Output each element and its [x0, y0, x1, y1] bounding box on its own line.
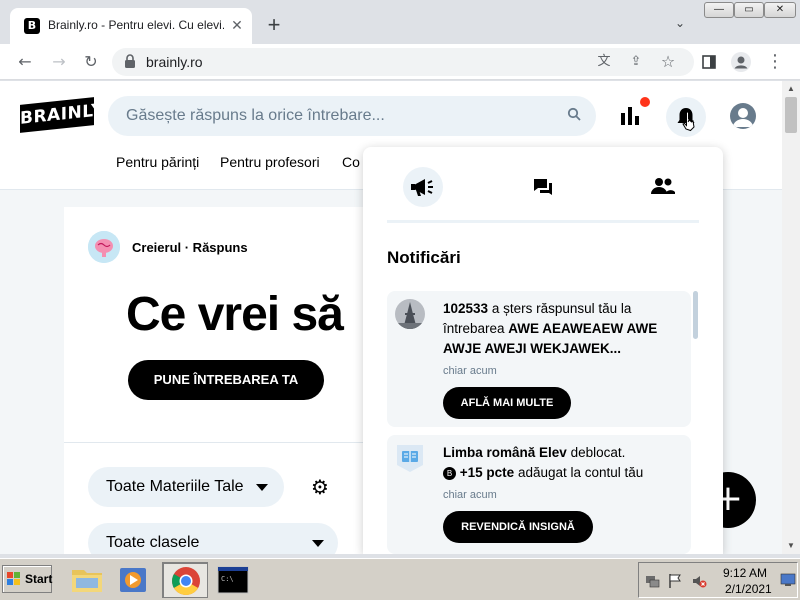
network-icon[interactable]: [645, 573, 661, 589]
subject-filter-label: Toate Materiile Tale: [106, 478, 244, 495]
share-icon[interactable]: ⇪: [626, 52, 646, 72]
address-bar[interactable]: brainly.ro 文 ⇪ ☆: [112, 48, 694, 76]
panel-divider: [387, 220, 699, 223]
book-badge-icon: [395, 443, 425, 473]
chrome-taskbar-icon[interactable]: [162, 562, 208, 598]
brainly-logo[interactable]: BRAINLY: [20, 97, 104, 133]
translate-icon[interactable]: 文: [594, 52, 614, 72]
notification-time: chiar acum: [443, 489, 497, 501]
chat-bubbles-icon: [534, 179, 552, 195]
notification-item[interactable]: 102533 a șters răspunsul tău la întrebar…: [387, 291, 691, 427]
scrollbar-thumb[interactable]: [785, 97, 797, 133]
new-tab-button[interactable]: +: [262, 14, 286, 38]
notifications-title: Notificări: [387, 248, 461, 267]
notification-message: deblocat.: [566, 445, 626, 460]
clock-date[interactable]: 2/1/2021: [725, 582, 772, 596]
forward-arrow-icon[interactable]: →: [48, 51, 70, 73]
scroll-up-arrow-icon[interactable]: ▲: [782, 81, 800, 97]
chevron-down-icon: [312, 540, 324, 547]
leaderboard-icon[interactable]: [618, 103, 642, 127]
browser-tab-brainly[interactable]: B Brainly.ro - Pentru elevi. Cu elevi. ✕: [10, 8, 252, 44]
badge-subject: Limba română: [443, 445, 536, 460]
grade-filter-label: Toate clasele: [106, 534, 200, 551]
notification-text: Limba română Elev deblocat. B +15 pcte a…: [443, 443, 679, 483]
bookmark-star-icon[interactable]: ☆: [658, 52, 678, 72]
nav-link-teachers[interactable]: Pentru profesori: [220, 154, 320, 170]
brand-tagline: Creierul · Răspuns: [132, 240, 248, 255]
volume-muted-icon[interactable]: [691, 573, 707, 589]
tab-search-icon[interactable]: ⌄: [670, 16, 690, 36]
windows-taskbar: Start C:\ 9:12 AM 2/1/2021: [0, 558, 800, 600]
reload-icon[interactable]: ↻: [80, 51, 102, 73]
window-maximize-button[interactable]: ▭: [734, 2, 764, 18]
start-label: Start: [25, 572, 53, 586]
brainly-favicon-icon: B: [24, 18, 40, 34]
page-viewport: BRAINLY Pentru părinți Pentru profesori …: [0, 81, 782, 554]
windows-logo-icon: [7, 572, 20, 585]
notifications-scrollbar[interactable]: [693, 291, 698, 339]
search-icon[interactable]: [566, 107, 582, 123]
tab-friends[interactable]: [643, 167, 683, 207]
scroll-down-arrow-icon[interactable]: ▼: [782, 538, 800, 554]
system-tray: 9:12 AM 2/1/2021: [638, 562, 798, 598]
chevron-down-icon: [256, 484, 268, 491]
notification-text: 102533 a șters răspunsul tău la întrebar…: [443, 299, 679, 359]
notification-time: chiar acum: [443, 365, 497, 377]
people-icon: [651, 178, 675, 194]
tab-notifications[interactable]: [403, 167, 443, 207]
profile-icon[interactable]: [730, 51, 752, 73]
tab-strip: B Brainly.ro - Pentru elevi. Cu elevi. ✕…: [0, 0, 800, 44]
chrome-menu-icon[interactable]: ⋮: [764, 51, 786, 73]
lock-icon[interactable]: [124, 54, 138, 70]
tab-title: Brainly.ro - Pentru elevi. Cu elevi.: [48, 18, 224, 32]
action-center-flag-icon[interactable]: [667, 573, 683, 589]
gear-icon[interactable]: ⚙: [310, 477, 330, 497]
start-button[interactable]: Start: [2, 565, 52, 593]
notification-username: 102533: [443, 301, 489, 316]
megaphone-icon: [411, 179, 433, 196]
site-search-bar[interactable]: [108, 96, 596, 136]
svg-text:C:\: C:\: [221, 575, 234, 583]
nav-link-partial[interactable]: Co: [342, 154, 360, 170]
file-explorer-taskbar-icon[interactable]: [64, 562, 110, 598]
notification-item[interactable]: Limba română Elev deblocat. B +15 pcte a…: [387, 435, 691, 554]
search-input[interactable]: [126, 107, 546, 125]
media-player-taskbar-icon[interactable]: [110, 562, 156, 598]
claim-badge-button[interactable]: REVENDICĂ INSIGNĂ: [443, 511, 593, 543]
user-avatar: [395, 299, 425, 329]
notification-dot-badge: [640, 97, 650, 107]
command-prompt-taskbar-icon[interactable]: C:\: [210, 562, 256, 598]
back-arrow-icon[interactable]: ←: [14, 51, 36, 73]
points-earned: +15 pcte: [459, 465, 515, 480]
tab-messages[interactable]: [523, 167, 563, 207]
nav-link-parents[interactable]: Pentru părinți: [116, 154, 199, 170]
url-text[interactable]: brainly.ro: [146, 54, 203, 70]
ask-question-button[interactable]: PUNE ÎNTREBAREA TA: [128, 360, 324, 400]
clock-time[interactable]: 9:12 AM: [723, 566, 767, 580]
browser-toolbar: ← → ↻ brainly.ro 文 ⇪ ☆ ⋮: [0, 44, 800, 80]
page-scrollbar[interactable]: ▲ ▼: [782, 81, 800, 554]
window-close-button[interactable]: ✕: [764, 2, 796, 18]
tab-close-icon[interactable]: ✕: [228, 16, 246, 34]
hero-title: Ce vrei să: [126, 288, 344, 341]
badge-rank: Elev: [539, 445, 567, 460]
points-coin-icon: B: [443, 467, 456, 480]
grade-filter-dropdown[interactable]: Toate clasele: [88, 523, 338, 554]
notifications-list[interactable]: 102533 a șters răspunsul tău la întrebar…: [387, 291, 699, 554]
side-panel-icon[interactable]: [698, 51, 720, 73]
notification-message-2: adăugat la contul tău: [514, 465, 644, 480]
notifications-panel: Notificări 102533 a șters răspunsul tău …: [363, 147, 723, 554]
brain-mascot-icon: [88, 231, 120, 263]
notifications-button[interactable]: [666, 97, 706, 137]
show-desktop-icon[interactable]: [780, 573, 796, 589]
subject-filter-dropdown[interactable]: Toate Materiile Tale: [88, 467, 284, 507]
learn-more-button[interactable]: AFLĂ MAI MULTE: [443, 387, 571, 419]
window-minimize-button[interactable]: —: [704, 2, 734, 18]
user-avatar[interactable]: [730, 103, 756, 129]
